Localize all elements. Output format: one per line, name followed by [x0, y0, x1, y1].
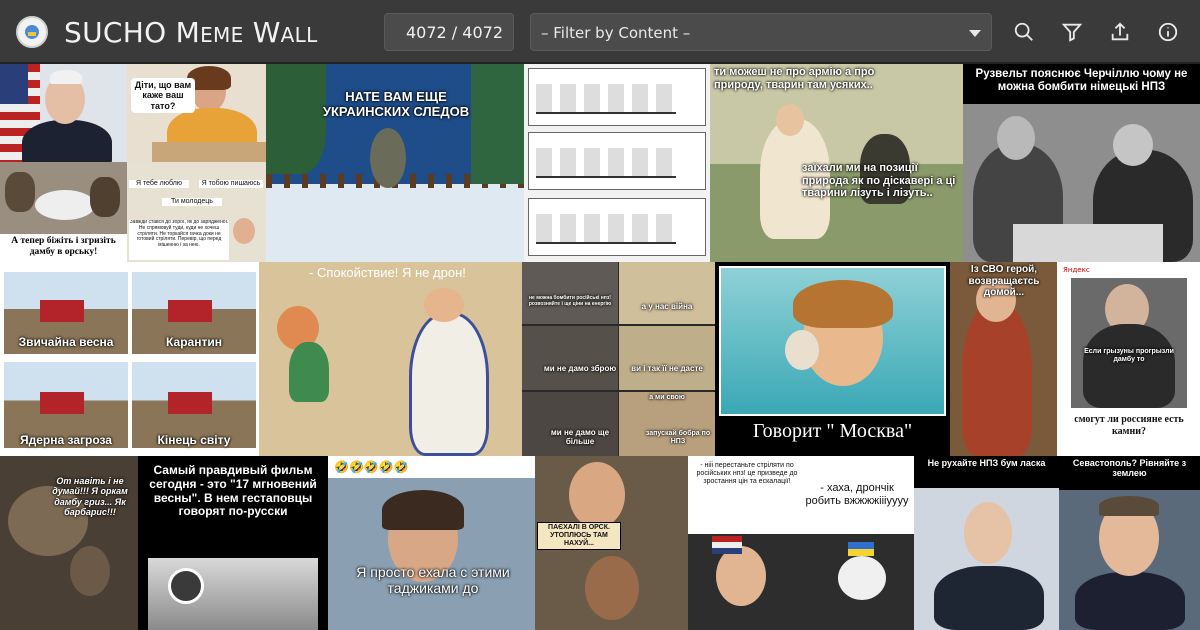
meme-tile-woman-yelling-cat[interactable]: - нііі перестаньте стріляти по російськи… — [688, 456, 914, 630]
meme-caption: А тепер біжіть і згризіть дамбу в орську… — [0, 234, 127, 262]
meme-caption: Я просто ехала с этими таджиками до — [356, 564, 510, 597]
filter-icon — [1061, 23, 1083, 42]
meme-caption: ми не дамо зброю — [543, 364, 617, 373]
sucho-logo[interactable] — [16, 16, 48, 48]
meme-caption: Если грызуны прогрызли дамбу то — [1084, 348, 1174, 364]
meme-caption: Карантин — [166, 335, 222, 349]
top-bar: SUCHO Meme Wall 4072 / 4072 – Filter by … — [0, 0, 1200, 64]
meme-caption: Я тобою пишаюсь — [199, 180, 263, 189]
meme-caption: Говорит " Москва" — [752, 420, 913, 442]
meme-caption: смогут ли россияне есть камни? — [1074, 414, 1184, 437]
meme-tile-orange-county-choppers[interactable]: не можна бомбити російські нпз! розвозня… — [522, 262, 715, 456]
meme-tile-beavers[interactable]: А тепер біжіть і згризіть дамбу в орську… — [0, 162, 127, 262]
meme-tile-roosevelt-churchill[interactable]: Рузвельт пояснює Черчіллю чому не можна … — [963, 64, 1200, 262]
app-title: SUCHO Meme Wall — [64, 16, 318, 49]
meme-caption: а у нас війна — [641, 302, 693, 311]
meme-caption: Із СВО герой, возвращаєтсь домой... — [968, 264, 1040, 298]
meme-caption: Севастополь? Рівняйте з землею — [1059, 456, 1200, 490]
meme-tile-teacher[interactable]: Діти, що вам каже ваш тато? — [127, 64, 266, 162]
meme-caption: - Спокойствие! Я не дрон! — [309, 265, 466, 280]
chevron-down-icon — [969, 30, 981, 37]
search-button[interactable] — [1010, 18, 1038, 46]
meme-caption: ПАЄХАЛІ В ОРСК. УТОПЛЮСЬ ТАМ НАХУЙ... — [537, 522, 621, 551]
emoji-row: 🤣🤣🤣🤣🤣 — [334, 460, 409, 474]
meme-caption: Кінець світу — [157, 433, 231, 447]
meme-tile-cat-mouse[interactable]: От навіть і не думай!!! Я оркам дамбу гр… — [0, 456, 138, 630]
meme-tile-seashell-girl[interactable]: Говорит " Москва" — [715, 262, 950, 456]
meme-tile-nature-painting[interactable]: ти можеш не про армію а про природу, тва… — [710, 64, 963, 262]
meme-caption: ти можеш не про армію а про природу, тва… — [714, 66, 875, 91]
meme-tile-orsk-woman[interactable]: ПАЄХАЛІ В ОРСК. УТОПЛЮСЬ ТАМ НАХУЙ... — [535, 456, 688, 630]
meme-caption: - хаха, дрончік робить вжжжжіііуууу — [805, 482, 909, 507]
meme-caption: Не рухайте НПЗ бум ласка — [914, 456, 1059, 488]
meme-tile-car-woman[interactable]: 🤣🤣🤣🤣🤣 Я просто ехала с этими таджиками д… — [328, 456, 535, 630]
meme-tile-wolf-snow[interactable]: НАТЕ ВАМ ЕЩЕ УКРАИНСКИХ СЛЕДОВ — [266, 64, 524, 262]
info-icon — [1158, 22, 1178, 42]
meme-tile-comic-soldiers[interactable] — [524, 64, 710, 262]
content-filter-select[interactable]: – Filter by Content – — [530, 13, 992, 51]
meme-caption: ми не дамо ще більше — [550, 428, 610, 447]
meme-caption: Рузвельт пояснює Черчіллю чому не можна … — [963, 64, 1200, 104]
meme-caption: заїхали ми на позиції природа як по діск… — [802, 162, 956, 200]
meme-tile-karlsson[interactable]: - Спокойствие! Я не дрон! — [259, 262, 522, 456]
meme-caption: Звичайна весна — [18, 335, 114, 349]
info-button[interactable] — [1154, 18, 1182, 46]
meme-counter[interactable]: 4072 / 4072 — [384, 13, 514, 51]
yandex-label: Яндекс — [1063, 266, 1090, 274]
upload-icon — [1111, 22, 1129, 41]
meme-caption: запускай бобра по НПЗ — [645, 430, 711, 446]
meme-caption: Ти молодець — [162, 198, 222, 207]
meme-tile-kids-gun[interactable]: Я тебе люблю Я тобою пишаюсь Ти молодець… — [127, 162, 266, 262]
filter-button[interactable] — [1058, 18, 1086, 46]
meme-caption: НАТЕ ВАМ ЕЩЕ УКРАИНСКИХ СЛЕДОВ — [322, 89, 470, 119]
meme-caption: ви і так її не дасте — [631, 364, 703, 373]
filter-placeholder: – Filter by Content – — [541, 24, 691, 42]
meme-tile-biden[interactable] — [0, 64, 127, 162]
meme-tile-macron[interactable]: Севастополь? Рівняйте з землею — [1059, 456, 1200, 630]
search-icon — [1014, 22, 1033, 41]
meme-caption: Завжди стався до зброї, як до зарядженої… — [129, 220, 229, 260]
upload-button[interactable] — [1106, 18, 1134, 46]
meme-tile-yandex-putin[interactable]: Яндекс Если грызуны прогрызли дамбу то с… — [1057, 262, 1200, 456]
meme-caption: а ми свою — [649, 394, 685, 401]
meme-caption: - нііі перестаньте стріляти по російськи… — [696, 462, 798, 486]
meme-caption: Я тебе люблю — [129, 180, 189, 189]
meme-tile-sullivan[interactable]: Не рухайте НПЗ бум ласка — [914, 456, 1059, 630]
meme-caption: От навіть і не думай!!! Я оркам дамбу гр… — [52, 476, 128, 518]
meme-wall: Діти, що вам каже ваш тато? А тепер біжі… — [0, 64, 1200, 630]
meme-caption: Ядерна загроза — [20, 433, 112, 447]
meme-caption: Самый правдивый фильм сегодня - это "17 … — [149, 463, 317, 519]
meme-tile-svo-hero[interactable]: Із СВО герой, возвращаєтсь домой... — [950, 262, 1057, 456]
meme-caption: Діти, що вам каже ваш тато? — [131, 78, 195, 114]
meme-tile-tractor-seasons[interactable]: Звичайна весна Карантин Ядерна загроза К… — [0, 262, 259, 456]
meme-tile-17-moments[interactable]: Самый правдивый фильм сегодня - это "17 … — [138, 456, 328, 630]
meme-caption: не можна бомбити російські нпз! розвозня… — [528, 295, 612, 307]
